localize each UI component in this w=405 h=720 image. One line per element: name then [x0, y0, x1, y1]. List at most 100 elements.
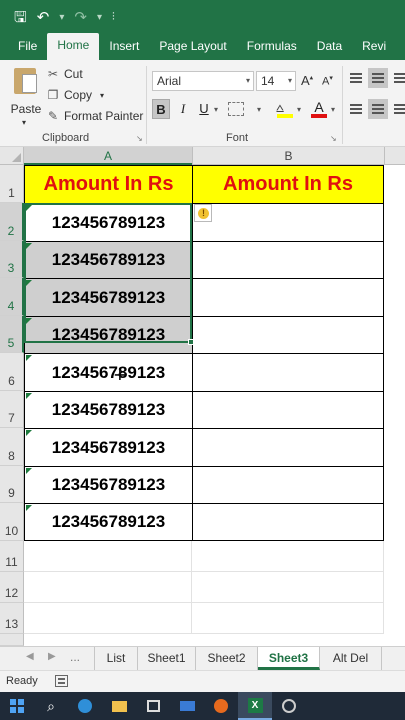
- row-header[interactable]: 9: [0, 466, 24, 503]
- undo-icon[interactable]: ↶: [37, 10, 50, 25]
- cell-b4[interactable]: [192, 278, 384, 317]
- cell-a7[interactable]: 123456789123: [24, 391, 193, 429]
- tab-review[interactable]: Revi: [352, 34, 396, 60]
- row-header[interactable]: 13: [0, 603, 24, 634]
- align-left-button[interactable]: [346, 99, 366, 119]
- scroll-left-icon[interactable]: ◀: [26, 651, 34, 662]
- cell-b8[interactable]: [192, 428, 384, 467]
- file-explorer-button[interactable]: [102, 692, 136, 720]
- tab-formulas[interactable]: Formulas: [237, 34, 307, 60]
- row-header[interactable]: [0, 634, 24, 646]
- row-header[interactable]: 7: [0, 391, 24, 428]
- tab-page-layout[interactable]: Page Layout: [149, 34, 236, 60]
- dialog-launcher-icon[interactable]: ↘: [330, 134, 337, 143]
- select-all-button[interactable]: [0, 147, 24, 165]
- sheet-tab-sheet2[interactable]: Sheet2: [196, 647, 258, 670]
- row-header[interactable]: 4: [0, 278, 24, 316]
- font-family-select[interactable]: Arial ▾: [152, 71, 254, 91]
- cell-b9[interactable]: [192, 466, 384, 504]
- tab-home[interactable]: Home: [47, 33, 100, 60]
- underline-button[interactable]: U: [195, 99, 213, 119]
- cell-a8[interactable]: 123456789123: [24, 428, 193, 467]
- cell-b5[interactable]: [192, 316, 384, 354]
- align-top-button[interactable]: [346, 68, 366, 88]
- copy-button[interactable]: ❐ Copy ▾: [46, 85, 104, 105]
- cell-a1[interactable]: Amount In Rs: [24, 165, 193, 204]
- tab-insert[interactable]: Insert: [99, 34, 149, 60]
- chevron-down-icon[interactable]: ▾: [257, 105, 261, 114]
- redo-icon[interactable]: ↷: [74, 10, 87, 25]
- sheet-tab-alt-del[interactable]: Alt Del: [320, 647, 382, 670]
- chevron-down-icon[interactable]: ▾: [22, 118, 26, 127]
- macro-record-icon[interactable]: [55, 675, 68, 687]
- column-header-c[interactable]: [384, 147, 405, 165]
- row-header[interactable]: 5: [0, 316, 24, 353]
- scroll-right-icon[interactable]: ▶: [48, 651, 56, 662]
- start-button[interactable]: [0, 692, 34, 720]
- cell-a13[interactable]: [24, 603, 192, 634]
- row-header[interactable]: 6: [0, 353, 24, 391]
- cell-a10[interactable]: 123456789123: [24, 503, 193, 541]
- fill-handle[interactable]: [188, 339, 194, 345]
- fill-color-button[interactable]: ⩟: [276, 99, 294, 119]
- font-size-select[interactable]: 14 ▾: [256, 71, 296, 91]
- cell-a11[interactable]: [24, 541, 192, 572]
- excel-button[interactable]: X: [238, 692, 272, 720]
- cell-a12[interactable]: [24, 572, 192, 603]
- cell-a5[interactable]: 123456789123: [24, 316, 193, 354]
- align-bottom-button[interactable]: [390, 68, 405, 88]
- grow-font-button[interactable]: A▴: [301, 73, 313, 88]
- row-header[interactable]: 12: [0, 572, 24, 603]
- paste-button[interactable]: Paste ▾: [6, 66, 42, 127]
- dialog-launcher-icon[interactable]: ↘: [136, 134, 143, 143]
- edge-button[interactable]: [68, 692, 102, 720]
- cell-b6[interactable]: [192, 353, 384, 392]
- borders-icon[interactable]: [228, 102, 244, 116]
- firefox-button[interactable]: [204, 692, 238, 720]
- cut-button[interactable]: ✂ Cut: [46, 64, 83, 84]
- row-header[interactable]: 3: [0, 241, 24, 278]
- bold-button[interactable]: B: [152, 99, 170, 119]
- chevron-down-icon[interactable]: ▾: [214, 105, 218, 114]
- row-header[interactable]: 2: [0, 203, 24, 241]
- sheet-tab-list[interactable]: List: [94, 647, 138, 670]
- align-center-button[interactable]: [368, 99, 388, 119]
- cell-a3[interactable]: 123456789123: [24, 241, 193, 279]
- row-header[interactable]: 10: [0, 503, 24, 541]
- sheet-tab-sheet3[interactable]: Sheet3: [258, 647, 320, 670]
- cell-b2[interactable]: [192, 203, 384, 242]
- cell-a6[interactable]: 123456789123: [24, 353, 193, 392]
- row-header[interactable]: 8: [0, 428, 24, 466]
- column-header-a[interactable]: A: [24, 147, 192, 165]
- cell-a9[interactable]: 123456789123: [24, 466, 193, 504]
- undo-dropdown-icon[interactable]: ▾: [59, 12, 64, 23]
- align-right-button[interactable]: [390, 99, 405, 119]
- font-color-button[interactable]: A: [310, 99, 328, 119]
- recorder-button[interactable]: [272, 692, 306, 720]
- customize-quick-access-icon[interactable]: ⫶: [112, 11, 115, 23]
- cell-b7[interactable]: [192, 391, 384, 429]
- row-header[interactable]: 1: [0, 165, 24, 203]
- cell-a2[interactable]: 123456789123: [24, 203, 193, 242]
- search-button[interactable]: ⌕: [34, 692, 68, 720]
- more-sheets-icon[interactable]: ...: [70, 650, 80, 664]
- tab-file[interactable]: File: [8, 34, 47, 60]
- italic-button[interactable]: I: [174, 99, 192, 119]
- save-icon[interactable]: 🖫: [14, 10, 27, 25]
- mail-button[interactable]: [170, 692, 204, 720]
- cell-b1[interactable]: Amount In Rs: [192, 165, 384, 204]
- align-middle-button[interactable]: [368, 68, 388, 88]
- shrink-font-button[interactable]: A▾: [322, 74, 333, 88]
- store-button[interactable]: [136, 692, 170, 720]
- tab-data[interactable]: Data: [307, 34, 352, 60]
- sheet-tab-sheet1[interactable]: Sheet1: [138, 647, 196, 670]
- cell-b10[interactable]: [192, 503, 384, 541]
- cell-b11[interactable]: [192, 541, 384, 572]
- cell-b13[interactable]: [192, 603, 384, 634]
- cell-b12[interactable]: [192, 572, 384, 603]
- redo-dropdown-icon[interactable]: ▾: [97, 12, 102, 23]
- error-warning-button[interactable]: !: [194, 204, 212, 222]
- chevron-down-icon[interactable]: ▾: [297, 105, 301, 114]
- format-painter-button[interactable]: ✎ Format Painter: [46, 106, 143, 126]
- chevron-down-icon[interactable]: ▾: [331, 105, 335, 114]
